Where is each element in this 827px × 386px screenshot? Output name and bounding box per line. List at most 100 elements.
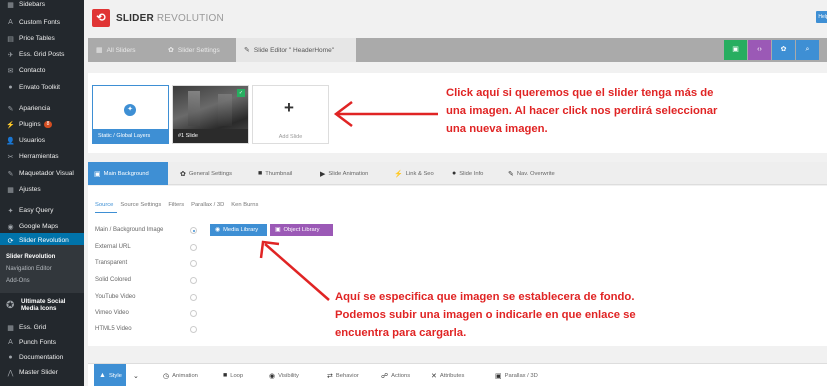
wand-icon: ✎	[508, 170, 514, 178]
tab-slide-animation[interactable]: ▶ Slide Animation	[314, 162, 382, 185]
toolbar-style-button[interactable]: ▲ Style	[94, 364, 126, 386]
source-subtabs: Source Source Settings Filters Parallax …	[95, 202, 258, 208]
slide-label: Add Slide	[278, 134, 303, 140]
toolbar-attributes-button[interactable]: ✕ Attributes	[426, 364, 484, 386]
submenu-item-navigation-editor[interactable]: Navigation Editor	[0, 263, 84, 275]
mail-icon: ✉	[7, 67, 14, 75]
map-pin-icon: ◉	[7, 223, 14, 231]
globe-icon: ✦	[124, 104, 136, 116]
toolbar-visibility-button[interactable]: ◉ Visibility	[264, 364, 318, 386]
toolbar-animation-button[interactable]: ◷ Animation	[158, 364, 216, 386]
sidebar-item-ajustes[interactable]: ▦ Ajustes	[0, 182, 84, 197]
camera-icon: ■	[258, 170, 263, 177]
tab-general-settings[interactable]: ✿ General Settings	[174, 162, 244, 185]
social-icon: ✪	[6, 299, 15, 311]
sidebar-item-ess-grid-posts[interactable]: ✈ Ess. Grid Posts	[0, 47, 84, 62]
save-icon: ▣	[732, 46, 739, 53]
submenu-item-slider-revolution[interactable]: Slider Revolution	[0, 251, 84, 263]
subtab-active-indicator	[95, 212, 117, 213]
subtab-source-settings[interactable]: Source Settings	[120, 202, 161, 208]
subtab-ken-burns[interactable]: Ken Burns	[231, 202, 258, 208]
users-icon: 👤	[6, 137, 15, 145]
sidebar-item-usuarios[interactable]: 👤 Usuarios	[0, 133, 84, 148]
sidebar-item-contacto[interactable]: ✉ Contacto	[0, 63, 84, 78]
settings-button[interactable]: ✿	[772, 40, 795, 60]
radio-external-url[interactable]	[190, 244, 197, 251]
sidebar-item-punch-fonts[interactable]: A Punch Fonts	[0, 335, 84, 350]
brand-title: SLIDER REVOLUTION	[116, 13, 224, 24]
pencil-icon: ✎	[7, 170, 14, 178]
tab-nav-overwrite[interactable]: ✎ Nav. Overwrite	[502, 162, 572, 185]
actions-icon: ☍	[381, 372, 389, 380]
toolbar-parallax-button[interactable]: ▣ Parallax / 3D	[490, 364, 552, 386]
radio-vimeo-video[interactable]	[190, 310, 197, 317]
toolbar-loop-button[interactable]: ■ Loop	[218, 364, 258, 386]
sidebar-item-maquetador-visual[interactable]: ✎ Maquetador Visual	[0, 166, 84, 181]
toolbar-behavior-button[interactable]: ⇄ Behavior	[322, 364, 374, 386]
radio-main-background-image[interactable]	[190, 227, 197, 234]
option-label-external-url: External URL	[95, 244, 131, 250]
settings-icon: ▦	[7, 186, 14, 194]
search-icon: ⌕	[805, 46, 810, 53]
option-label-html5-video: HTML5 Video	[95, 326, 132, 332]
sidebar-item-ultimate-social[interactable]: ✪ Ultimate Social Media Icons	[0, 293, 84, 317]
toolbar-dropdown-button[interactable]: ⌄	[128, 364, 146, 386]
search-button[interactable]: ⌕	[796, 40, 819, 60]
sidebar-item-documentation[interactable]: ● Documentation	[0, 350, 84, 365]
annotation-arrow-top	[333, 101, 438, 127]
code-icon: ‹›	[757, 46, 762, 53]
master-icon: ⋀	[7, 369, 14, 377]
sidebar-item-custom-fonts[interactable]: A Custom Fonts	[0, 15, 84, 30]
folder-icon: ▣	[275, 227, 281, 233]
gear-icon: ✿	[780, 46, 787, 53]
tab-link-seo[interactable]: ⚡ Link & Seo	[388, 162, 438, 185]
option-label-transparent: Transparent	[95, 260, 128, 266]
radio-html5-video[interactable]	[190, 326, 197, 333]
sidebar-item-master-slider[interactable]: ⋀ Master Slider	[0, 365, 84, 380]
sidebar-item-easy-query[interactable]: ✦ Easy Query	[0, 203, 84, 218]
sidebar-item-plugins[interactable]: ⚡ Plugins 8	[0, 117, 84, 132]
font-icon: A	[8, 339, 13, 346]
slider-revolution-logo-icon: ⟲	[92, 9, 110, 27]
add-slide-button[interactable]: + Add Slide	[252, 85, 329, 144]
eye-icon: ◉	[269, 372, 276, 380]
sidebar-item-ess-grid[interactable]: ▦ Ess. Grid	[0, 320, 84, 335]
tab-slide-info[interactable]: ● Slide Info	[446, 162, 494, 185]
nav-tab-all-sliders[interactable]: ▦ All Sliders	[88, 38, 160, 62]
tab-main-background[interactable]: ▣ Main Background	[88, 162, 168, 185]
nav-tab-slider-settings[interactable]: ✿ Slider Settings	[160, 38, 236, 62]
layer-toolbar: ▲ Style ⌄ ◷ Animation ■ Loop ◉ Visibility ⇄ B…	[88, 363, 827, 386]
wrench-icon: ✂	[7, 153, 14, 161]
radio-youtube-video[interactable]	[190, 294, 197, 301]
sidebar-item-price-tables[interactable]: ▤ Price Tables	[0, 31, 84, 46]
code-button[interactable]: ‹›	[748, 40, 771, 60]
radio-solid-colored[interactable]	[190, 277, 197, 284]
slide-1-thumbnail[interactable]: ✓ #1 Slide	[172, 85, 249, 144]
brush-icon: ✎	[7, 105, 14, 113]
subtab-parallax-3d[interactable]: Parallax / 3D	[191, 202, 224, 208]
grid-icon: ▦	[7, 324, 14, 332]
subtab-filters[interactable]: Filters	[168, 202, 184, 208]
sidebar-item-sidebars[interactable]: ▦ Sidebars	[0, 0, 84, 12]
toolkit-icon: ●	[8, 84, 13, 91]
tab-thumbnail[interactable]: ■ Thumbnail	[252, 162, 306, 185]
sidebar-item-herramientas[interactable]: ✂ Herramientas	[0, 149, 84, 164]
behavior-icon: ⇄	[327, 372, 333, 380]
toolbar-actions-button[interactable]: ☍ Actions	[376, 364, 426, 386]
save-button[interactable]: ▣	[724, 40, 747, 60]
object-library-button[interactable]: ▣ Object Library	[270, 224, 333, 236]
sidebar-item-envato-toolkit[interactable]: ● Envato Toolkit	[0, 80, 84, 95]
option-label-main-background-image: Main / Background Image	[95, 227, 164, 233]
plugin-icon: ⚡	[6, 121, 15, 129]
sidebar-item-google-maps[interactable]: ◉ Google Maps	[0, 219, 84, 234]
radio-transparent[interactable]	[190, 260, 197, 267]
option-label-youtube-video: YouTube Video	[95, 294, 136, 300]
submenu-item-add-ons[interactable]: Add-Ons	[0, 275, 84, 287]
media-library-button[interactable]: ◉ Media Library	[210, 224, 267, 236]
animation-icon: ◷	[163, 372, 170, 380]
static-global-layers-slide[interactable]: ✦ Static / Global Layers	[92, 85, 169, 144]
help-button[interactable]: Help	[816, 11, 827, 23]
sidebar-item-apariencia[interactable]: ✎ Apariencia	[0, 101, 84, 116]
nav-tab-slide-editor[interactable]: ✎ Slide Editor " HeaderHome"	[236, 38, 356, 62]
subtab-source[interactable]: Source	[95, 202, 113, 208]
